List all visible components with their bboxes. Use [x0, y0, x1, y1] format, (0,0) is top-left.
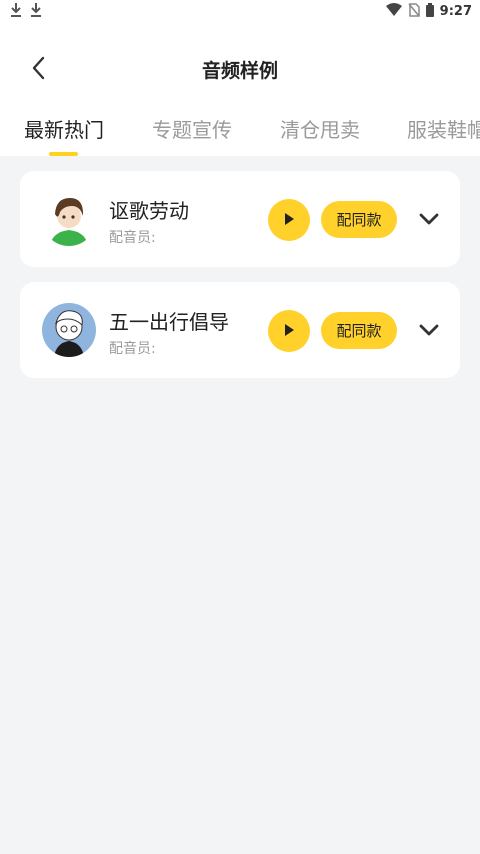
status-right: 9:27 — [385, 2, 472, 21]
tab-apparel[interactable]: 服装鞋帽 — [407, 114, 480, 143]
use-same-button[interactable]: 配同款 — [321, 312, 397, 349]
voice-actor-label: 配音员: — [109, 341, 156, 357]
avatar — [42, 192, 96, 246]
chevron-down-icon — [419, 210, 439, 229]
tab-special-topics[interactable]: 专题宣传 — [152, 114, 232, 143]
play-button[interactable] — [268, 199, 310, 241]
no-sim-icon — [408, 2, 420, 21]
chevron-down-icon — [419, 321, 439, 340]
expand-button[interactable] — [415, 318, 443, 342]
use-same-button[interactable]: 配同款 — [321, 201, 397, 238]
play-icon — [282, 211, 296, 230]
status-bar: 9:27 — [0, 0, 480, 22]
audio-sample-card[interactable]: 讴歌劳动 配音员: 配同款 — [20, 171, 460, 267]
status-left — [10, 2, 42, 18]
download-icon — [30, 2, 42, 18]
voice-actor-label: 配音员: — [109, 230, 156, 246]
battery-icon — [425, 2, 434, 21]
tab-bar: 最新热门 专题宣传 清仓甩卖 服装鞋帽 — [0, 108, 480, 156]
wifi-icon — [385, 2, 402, 21]
audio-title: 讴歌劳动 — [109, 199, 189, 223]
active-tab-indicator — [49, 152, 78, 156]
download-icon — [10, 2, 22, 18]
expand-button[interactable] — [415, 207, 443, 231]
play-button[interactable] — [268, 310, 310, 352]
audio-title: 五一出行倡导 — [109, 310, 229, 334]
page-title: 音频样例 — [201, 60, 278, 82]
play-icon — [282, 322, 296, 341]
tab-latest-hot[interactable]: 最新热门 — [24, 114, 104, 143]
audio-sample-card[interactable]: 五一出行倡导 配音员: 配同款 — [20, 282, 460, 378]
header: 音频样例 — [0, 44, 480, 96]
avatar — [42, 303, 96, 357]
status-time: 9:27 — [439, 4, 472, 19]
tab-clearance-sale[interactable]: 清仓甩卖 — [280, 114, 360, 143]
